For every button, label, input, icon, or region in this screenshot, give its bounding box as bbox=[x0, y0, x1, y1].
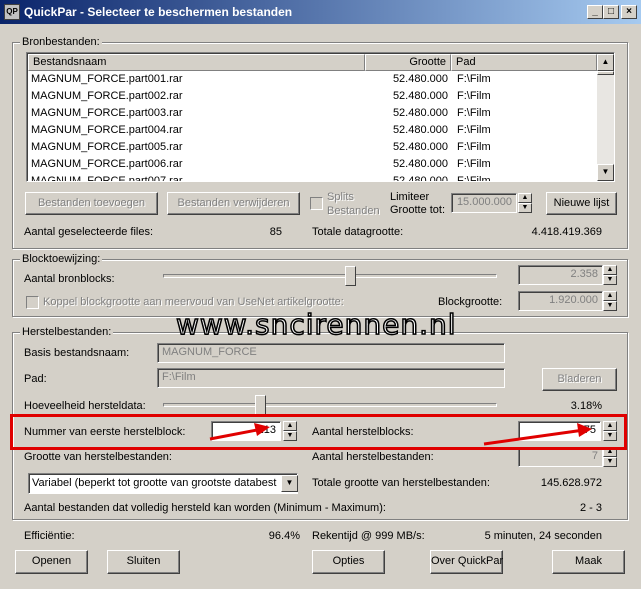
annotation-arrow-left bbox=[209, 423, 270, 441]
annotation-arrows bbox=[209, 423, 592, 446]
annotation-arrow-right bbox=[483, 423, 592, 446]
